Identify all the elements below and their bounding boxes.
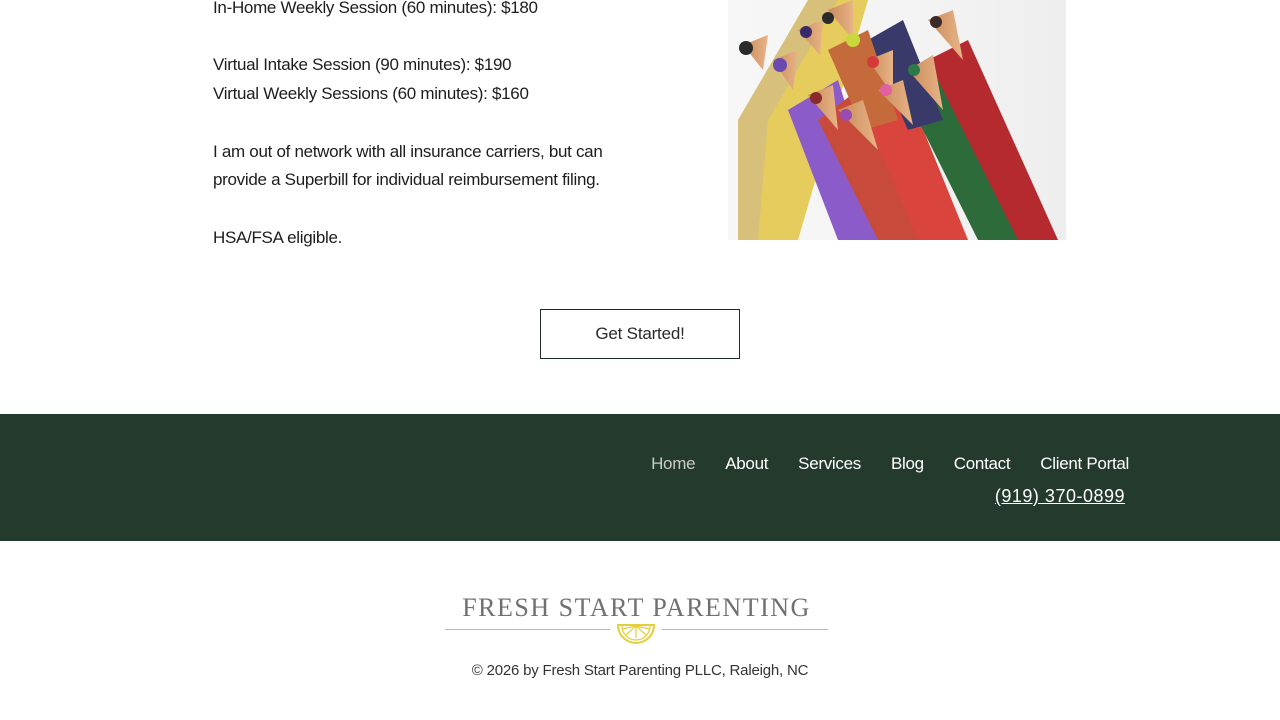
nav-contact[interactable]: Contact [954,454,1011,474]
pencils-illustration [738,0,1058,240]
footer-nav: Home About Services Blog Contact Client … [621,454,1129,474]
footer-nav-bar: Home About Services Blog Contact Client … [0,414,1280,541]
nav-blog[interactable]: Blog [891,454,924,474]
get-started-button[interactable]: Get Started! [540,309,740,359]
nav-client-portal[interactable]: Client Portal [1040,454,1129,474]
phone-link[interactable]: (919) 370-0899 [995,486,1125,507]
brand-rule-right [662,629,828,630]
in-home-weekly-price: In-Home Weekly Session (60 minutes): $18… [213,0,538,17]
brand-logo: FRESH START PARENTING [445,590,828,650]
colored-pencils-photo [728,0,1066,240]
brand-rule-left [445,629,610,630]
nav-about[interactable]: About [725,454,768,474]
nav-home[interactable]: Home [651,454,695,474]
nav-services[interactable]: Services [798,454,861,474]
brand-name: FRESH START PARENTING [462,593,811,622]
virtual-weekly-price: Virtual Weekly Sessions (60 minutes): $1… [213,84,529,103]
hsa-fsa-text: HSA/FSA eligible. [213,228,343,247]
copyright-text: © 2026 by Fresh Start Parenting PLLC, Ra… [471,662,809,679]
virtual-intake-price: Virtual Intake Session (90 minutes): $19… [213,55,512,74]
lemon-slice-icon [616,624,656,644]
insurance-text-line-2: provide a Superbill for individual reimb… [213,170,600,189]
insurance-text-line-1: I am out of network with all insurance c… [213,142,603,161]
